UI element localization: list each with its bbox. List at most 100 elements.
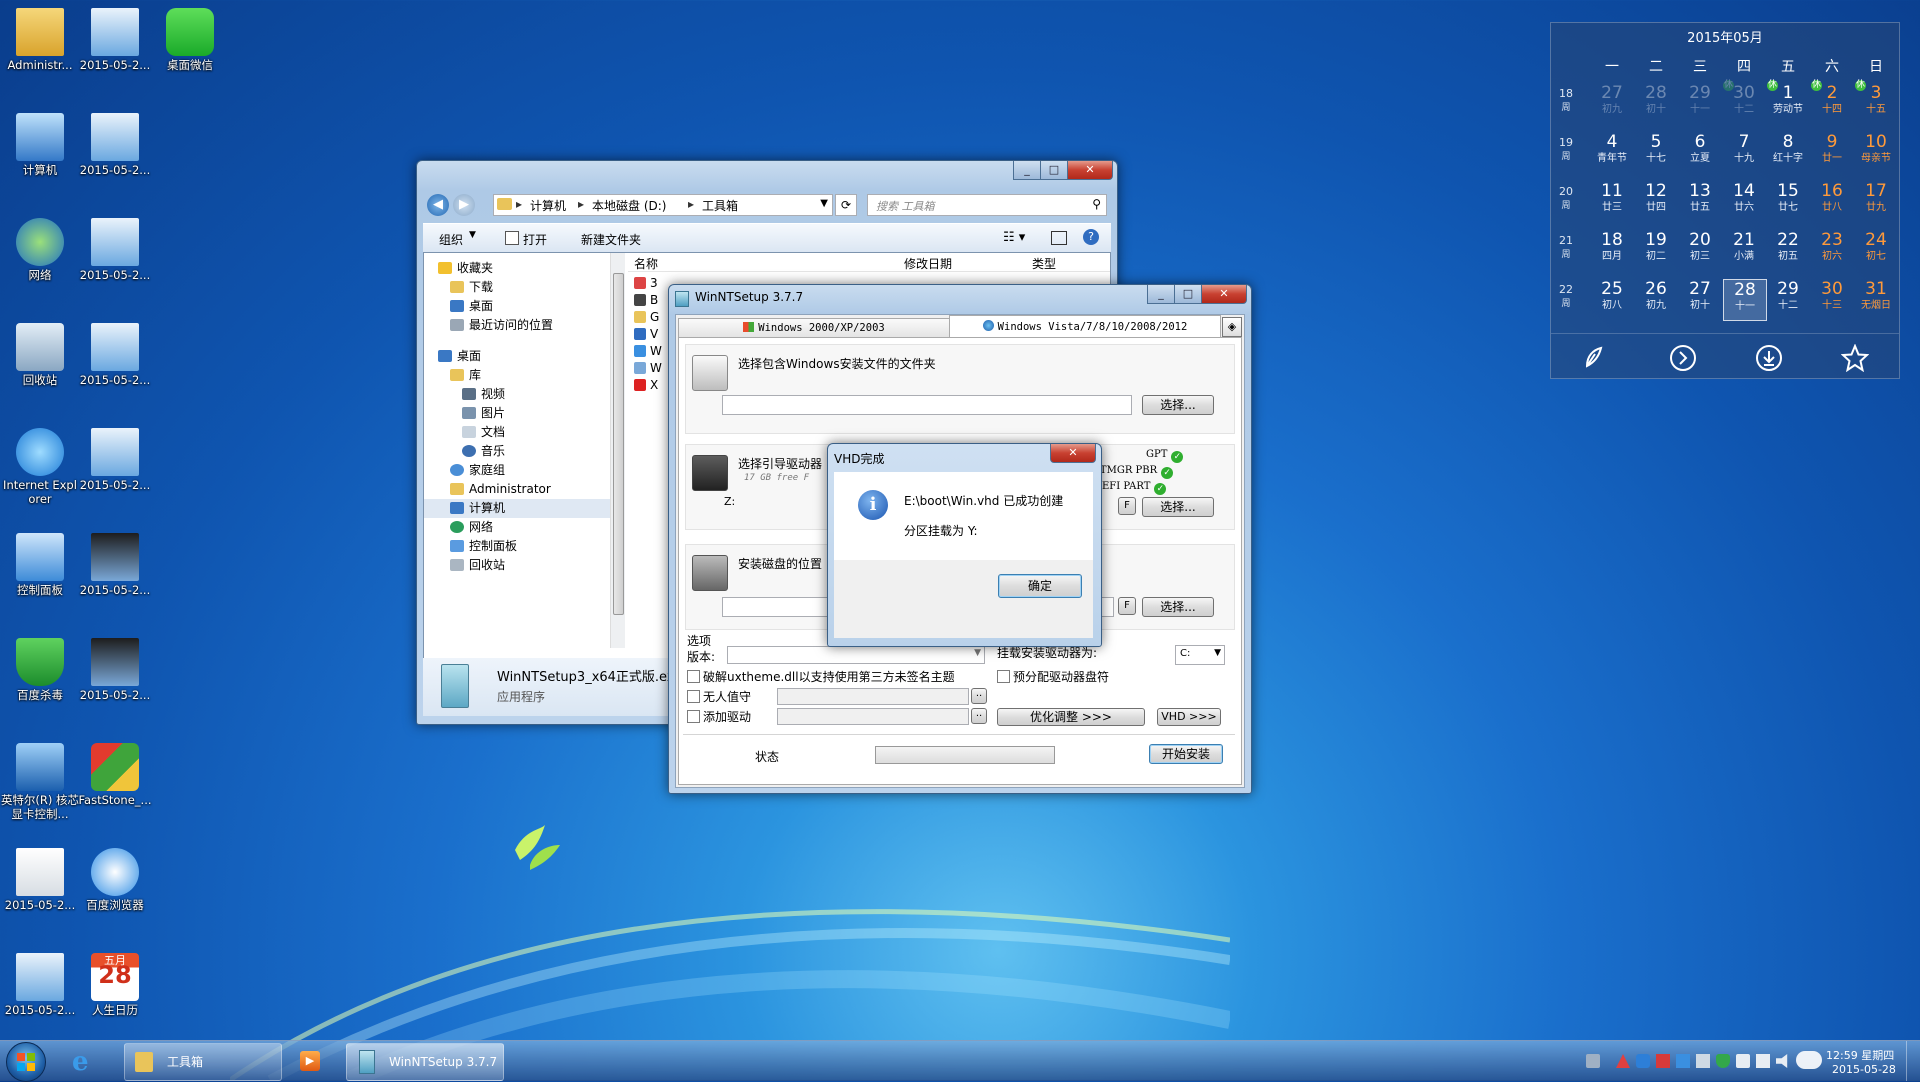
calendar-day[interactable]: 10 母亲节 (1855, 132, 1897, 165)
calendar-day[interactable]: 8 红十字 (1767, 132, 1809, 165)
desktop-icon-item[interactable]: FastStone_... (75, 739, 155, 829)
nav-desktop-root[interactable]: 桌面 (438, 347, 610, 366)
desktop-icon-item[interactable]: 桌面微信 (150, 4, 230, 94)
calendar-day[interactable]: 7 十九 (1723, 132, 1765, 165)
tab-xp[interactable]: Windows 2000/XP/2003 (678, 318, 950, 337)
calendar-widget[interactable]: 2015年05月 一二三四五六日 18 周 27 初九 28 初十 29 十一 30 十二休 1 劳动… (1550, 22, 1900, 379)
tab-vista[interactable]: Windows Vista/7/8/10/2008/2012 (949, 315, 1221, 338)
desktop-icon-item[interactable]: 控制面板 (0, 529, 80, 619)
explorer-taskbar-button[interactable]: 工具箱 (124, 1043, 282, 1081)
calendar-day[interactable]: 29 十一 (1679, 83, 1721, 116)
shield-icon[interactable] (1716, 1054, 1730, 1068)
desktop-icon-item[interactable]: 百度杀毒 (0, 634, 80, 724)
antivirus-icon[interactable] (1616, 1054, 1630, 1068)
calendar-day[interactable]: 21 小满 (1723, 230, 1765, 263)
calendar-day[interactable]: 6 立夏 (1679, 132, 1721, 165)
chevron-down-icon[interactable]: ▼ (820, 198, 828, 209)
desktop-icon-item[interactable]: 五月 28 人生日历 (75, 949, 155, 1039)
bluetooth-icon[interactable] (1636, 1054, 1650, 1068)
version-select[interactable]: ▼ (727, 646, 985, 664)
driver-browse[interactable]: .. (971, 708, 987, 724)
calendar-day[interactable]: 13 廿五 (1679, 181, 1721, 214)
nav-documents[interactable]: 文档 (438, 423, 610, 442)
desktop-icon-item[interactable]: 英特尔(R) 核芯显卡控制... (0, 739, 80, 829)
desktop-icon-item[interactable]: 2015-05-2... (0, 949, 80, 1039)
network-icon[interactable] (1756, 1054, 1770, 1068)
nav-administrator[interactable]: Administrator (438, 480, 610, 499)
unattended-path[interactable] (777, 688, 969, 705)
desktop-icon-item[interactable]: Internet Explorer (0, 424, 80, 514)
calendar-day[interactable]: 16 廿八 (1811, 181, 1853, 214)
nav-computer[interactable]: 计算机 (424, 499, 610, 518)
weather-cloud-icon[interactable] (1796, 1051, 1822, 1069)
calendar-day[interactable]: 25 初八 (1591, 279, 1633, 312)
nav-homegroup[interactable]: 家庭组 (438, 461, 610, 480)
start-button[interactable] (6, 1042, 46, 1082)
breadcrumb-0[interactable]: 计算机 (530, 197, 566, 214)
driver-path[interactable] (777, 708, 969, 725)
nav-desktop[interactable]: 桌面 (438, 297, 610, 316)
nav-library[interactable]: 库 (438, 366, 610, 385)
calendar-day[interactable]: 30 十二休 (1723, 80, 1765, 116)
column-name[interactable]: 名称 (634, 255, 658, 272)
desktop-icon-item[interactable]: 2015-05-2... (0, 844, 80, 934)
calendar-day[interactable]: 27 初九 (1591, 83, 1633, 116)
help-icon[interactable]: ? (1083, 229, 1099, 245)
crack-theme-checkbox[interactable] (687, 670, 700, 683)
calendar-day[interactable]: 31 无烟日 (1855, 279, 1897, 312)
calendar-day[interactable]: 19 初二 (1635, 230, 1677, 263)
calendar-day[interactable]: 4 青年节 (1591, 132, 1633, 165)
preview-pane-icon[interactable] (1051, 231, 1067, 245)
calendar-day[interactable]: 23 初六 (1811, 230, 1853, 263)
calendar-day[interactable]: 30 十三 (1811, 279, 1853, 312)
install-choose-button[interactable]: 选择... (1142, 597, 1214, 617)
desktop-icon-item[interactable]: 回收站 (0, 319, 80, 409)
calendar-day[interactable]: 27 初十 (1679, 279, 1721, 312)
calendar-day[interactable]: 12 廿四 (1635, 181, 1677, 214)
breadcrumb-1[interactable]: 本地磁盘 (D:) (592, 197, 666, 214)
nav-downloads[interactable]: 下载 (438, 278, 610, 297)
start-install-button[interactable]: 开始安装 (1149, 744, 1223, 764)
nav-scrollbar[interactable] (610, 253, 625, 648)
calendar-day[interactable]: 20 初三 (1679, 230, 1721, 263)
calendar-day[interactable]: 15 廿七 (1767, 181, 1809, 214)
close-button[interactable]: ✕ (1201, 285, 1247, 304)
vhd-button[interactable]: VHD >>> (1157, 708, 1221, 726)
new-folder-button[interactable]: 新建文件夹 (581, 231, 641, 248)
nav-control-panel[interactable]: 控制面板 (438, 537, 610, 556)
calendar-day[interactable]: 26 初九 (1635, 279, 1677, 312)
star-icon[interactable] (1841, 344, 1869, 372)
calendar-day[interactable]: 2 十四休 (1811, 80, 1853, 116)
back-button[interactable]: ◀ (427, 194, 449, 216)
install-format-button[interactable]: F (1118, 597, 1136, 615)
view-icon[interactable]: ☷ ▾ (1003, 230, 1025, 245)
media-player-button[interactable]: ▶ (292, 1045, 328, 1077)
leaf-icon[interactable] (1581, 344, 1607, 370)
desktop-icon-item[interactable]: Administr... (0, 4, 80, 94)
desktop-icon-item[interactable]: 2015-05-2... (75, 529, 155, 619)
calendar-day[interactable]: 9 廿一 (1811, 132, 1853, 165)
desktop-icon-item[interactable]: 2015-05-2... (75, 109, 155, 199)
unattended-checkbox[interactable] (687, 690, 700, 703)
nav-pictures[interactable]: 图片 (438, 404, 610, 423)
nav-recent[interactable]: 最近访问的位置 (438, 316, 610, 335)
source-choose-button[interactable]: 选择... (1142, 395, 1214, 415)
show-desktop-button[interactable] (1906, 1041, 1919, 1081)
display-icon[interactable] (1676, 1054, 1690, 1068)
calendar-day[interactable]: 29 十二 (1767, 279, 1809, 312)
desktop-icon-item[interactable]: 2015-05-2... (75, 214, 155, 304)
calendar-day[interactable]: 28 初十 (1635, 83, 1677, 116)
minimize-button[interactable]: _ (1013, 161, 1041, 180)
volume-icon[interactable] (1776, 1054, 1788, 1068)
ok-button[interactable]: 确定 (998, 574, 1082, 598)
ie-taskbar-button[interactable]: e (62, 1045, 106, 1077)
clock-date[interactable]: 2015-05-28 (1832, 1063, 1896, 1076)
forward-button[interactable]: ▶ (453, 194, 475, 216)
calendar-day[interactable]: 24 初七 (1855, 230, 1897, 263)
keyboard-icon[interactable] (1586, 1054, 1600, 1068)
organize-button[interactable]: 组织 (439, 231, 463, 248)
calendar-day[interactable]: 18 四月 (1591, 230, 1633, 263)
desktop-icon-item[interactable]: 2015-05-2... (75, 634, 155, 724)
add-driver-checkbox[interactable] (687, 710, 700, 723)
boot-format-button[interactable]: F (1118, 497, 1136, 515)
